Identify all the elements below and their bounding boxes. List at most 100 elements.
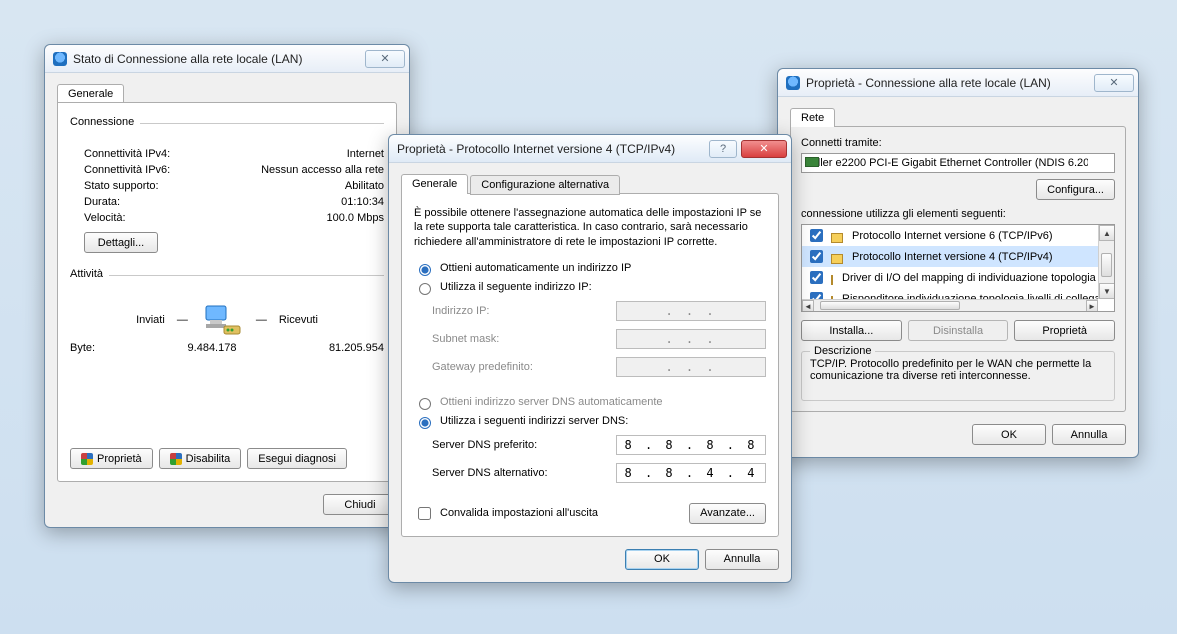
validate-checkbox-row[interactable]: Convalida impostazioni all'uscita: [414, 504, 598, 523]
tab-generale[interactable]: Generale: [401, 174, 468, 194]
recv-label: Ricevuti: [279, 314, 318, 326]
radio-input[interactable]: [419, 283, 431, 295]
scroll-left-icon[interactable]: ◄: [802, 300, 814, 312]
ipv4-label: Connettività IPv4:: [84, 148, 170, 160]
subnet-mask-field: . . .: [616, 329, 766, 349]
description-box: Descrizione TCP/IP. Protocollo predefini…: [801, 351, 1115, 401]
ipv4-titlebar[interactable]: Proprietà - Protocollo Internet versione…: [389, 135, 791, 163]
network-icon: [53, 52, 67, 66]
uses-items-label: connessione utilizza gli elementi seguen…: [801, 208, 1115, 220]
ipv6-label: Connettività IPv6:: [84, 164, 170, 176]
section-connection-label: Connessione: [70, 116, 140, 128]
bytes-label: Byte:: [70, 342, 95, 354]
ip-address-field: . . .: [616, 301, 766, 321]
lan-status-title: Stato di Connessione alla rete locale (L…: [73, 52, 302, 66]
close-icon[interactable]: ✕: [741, 140, 787, 158]
install-button[interactable]: Installa...: [801, 320, 902, 341]
dns-preferred-field[interactable]: 8 . 8 . 8 . 8: [616, 435, 766, 455]
gateway-field: . . .: [616, 357, 766, 377]
radio-ip-auto[interactable]: Ottieni automaticamente un indirizzo IP: [414, 259, 766, 278]
lan-properties-titlebar[interactable]: Proprietà - Connessione alla rete locale…: [778, 69, 1138, 97]
description-caption: Descrizione: [810, 345, 875, 357]
network-activity-icon: [200, 302, 244, 338]
ok-button[interactable]: OK: [625, 549, 699, 570]
close-icon[interactable]: ✕: [365, 50, 405, 68]
protocol-icon: [831, 233, 843, 243]
radio-ip-manual[interactable]: Utilizza il seguente indirizzo IP:: [414, 278, 766, 297]
item-checkbox[interactable]: [810, 250, 823, 263]
items-listbox[interactable]: Protocollo Internet versione 6 (TCP/IPv6…: [801, 224, 1115, 312]
scroll-down-icon[interactable]: ▼: [1099, 283, 1115, 299]
scroll-thumb[interactable]: [820, 301, 960, 310]
list-item[interactable]: Risponditore individuazione topologia li…: [802, 288, 1098, 299]
item-label: Protocollo Internet versione 4 (TCP/IPv4…: [852, 251, 1053, 263]
lan-properties-dialog: Proprietà - Connessione alla rete locale…: [777, 68, 1139, 458]
cancel-button[interactable]: Annulla: [1052, 424, 1126, 445]
details-button[interactable]: Dettagli...: [84, 232, 158, 253]
cancel-button[interactable]: Annulla: [705, 549, 779, 570]
properties-button[interactable]: Proprietà: [70, 448, 153, 469]
tab-rete[interactable]: Rete: [790, 108, 835, 127]
gateway-label: Gateway predefinito:: [432, 361, 533, 373]
ipv4-value: Internet: [347, 148, 384, 160]
ip-label: Indirizzo IP:: [432, 305, 489, 317]
radio-dns-manual[interactable]: Utilizza i seguenti indirizzi server DNS…: [414, 412, 766, 431]
lan-status-dialog: Stato di Connessione alla rete locale (L…: [44, 44, 410, 528]
ipv4-help-text: È possibile ottenere l'assegnazione auto…: [414, 206, 766, 249]
section-activity-label: Attività: [70, 268, 109, 280]
item-checkbox[interactable]: [810, 271, 823, 284]
ipv4-properties-dialog: Proprietà - Protocollo Internet versione…: [388, 134, 792, 583]
duration-value: 01:10:34: [341, 196, 384, 208]
ok-button[interactable]: OK: [972, 424, 1046, 445]
scroll-thumb[interactable]: [1101, 253, 1112, 277]
horizontal-scrollbar[interactable]: ◄►: [802, 299, 1098, 311]
disable-button[interactable]: Disabilita: [159, 448, 242, 469]
advanced-button[interactable]: Avanzate...: [689, 503, 766, 524]
dns-alt-label: Server DNS alternativo:: [432, 467, 548, 479]
scroll-right-icon[interactable]: ►: [1086, 300, 1098, 312]
bytes-recv-value: 81.205.954: [329, 342, 384, 354]
speed-value: 100.0 Mbps: [327, 212, 384, 224]
media-value: Abilitato: [345, 180, 384, 192]
configure-button[interactable]: Configura...: [1036, 179, 1115, 200]
dash-icon: —: [256, 314, 267, 326]
dns-alternate-field[interactable]: 8 . 8 . 4 . 4: [616, 463, 766, 483]
item-properties-button[interactable]: Proprietà: [1014, 320, 1115, 341]
list-item[interactable]: Driver di I/O del mapping di individuazi…: [802, 267, 1098, 288]
list-item[interactable]: Protocollo Internet versione 6 (TCP/IPv6…: [802, 225, 1098, 246]
item-checkbox[interactable]: [810, 229, 823, 242]
lan-properties-title: Proprietà - Connessione alla rete locale…: [806, 76, 1051, 90]
adapter-name-field[interactable]: [801, 153, 1115, 173]
vertical-scrollbar[interactable]: ▲▼: [1098, 225, 1114, 299]
network-card-icon: [805, 157, 819, 167]
dns-pref-label: Server DNS preferito:: [432, 439, 537, 451]
list-item[interactable]: Protocollo Internet versione 4 (TCP/IPv4…: [802, 246, 1098, 267]
ipv6-value: Nessun accesso alla rete: [261, 164, 384, 176]
description-text: TCP/IP. Protocollo predefinito per le WA…: [810, 358, 1091, 382]
protocol-icon: [831, 275, 833, 285]
tab-generale[interactable]: Generale: [57, 84, 124, 103]
mask-label: Subnet mask:: [432, 333, 499, 345]
ipv4-title: Proprietà - Protocollo Internet versione…: [397, 142, 675, 156]
close-button[interactable]: Chiudi: [323, 494, 397, 515]
connect-using-label: Connetti tramite:: [801, 137, 1115, 149]
shield-icon: [170, 453, 182, 465]
uninstall-button: Disinstalla: [908, 320, 1009, 341]
radio-dns-auto[interactable]: Ottieni indirizzo server DNS automaticam…: [414, 393, 766, 412]
diagnose-button[interactable]: Esegui diagnosi: [247, 448, 347, 469]
close-icon[interactable]: ✕: [1094, 74, 1134, 92]
item-label: Protocollo Internet versione 6 (TCP/IPv6…: [852, 230, 1053, 242]
scroll-up-icon[interactable]: ▲: [1099, 225, 1115, 241]
tab-config-alternativa[interactable]: Configurazione alternativa: [470, 175, 620, 195]
lan-status-titlebar[interactable]: Stato di Connessione alla rete locale (L…: [45, 45, 409, 73]
help-icon[interactable]: ?: [709, 140, 737, 158]
network-icon: [786, 76, 800, 90]
duration-label: Durata:: [84, 196, 120, 208]
item-label: Driver di I/O del mapping di individuazi…: [842, 272, 1098, 284]
radio-input[interactable]: [419, 398, 431, 410]
bytes-sent-value: 9.484.178: [95, 342, 329, 354]
radio-input[interactable]: [419, 264, 431, 276]
item-checkbox[interactable]: [810, 292, 823, 299]
radio-input[interactable]: [419, 417, 431, 429]
validate-checkbox[interactable]: [418, 507, 431, 520]
